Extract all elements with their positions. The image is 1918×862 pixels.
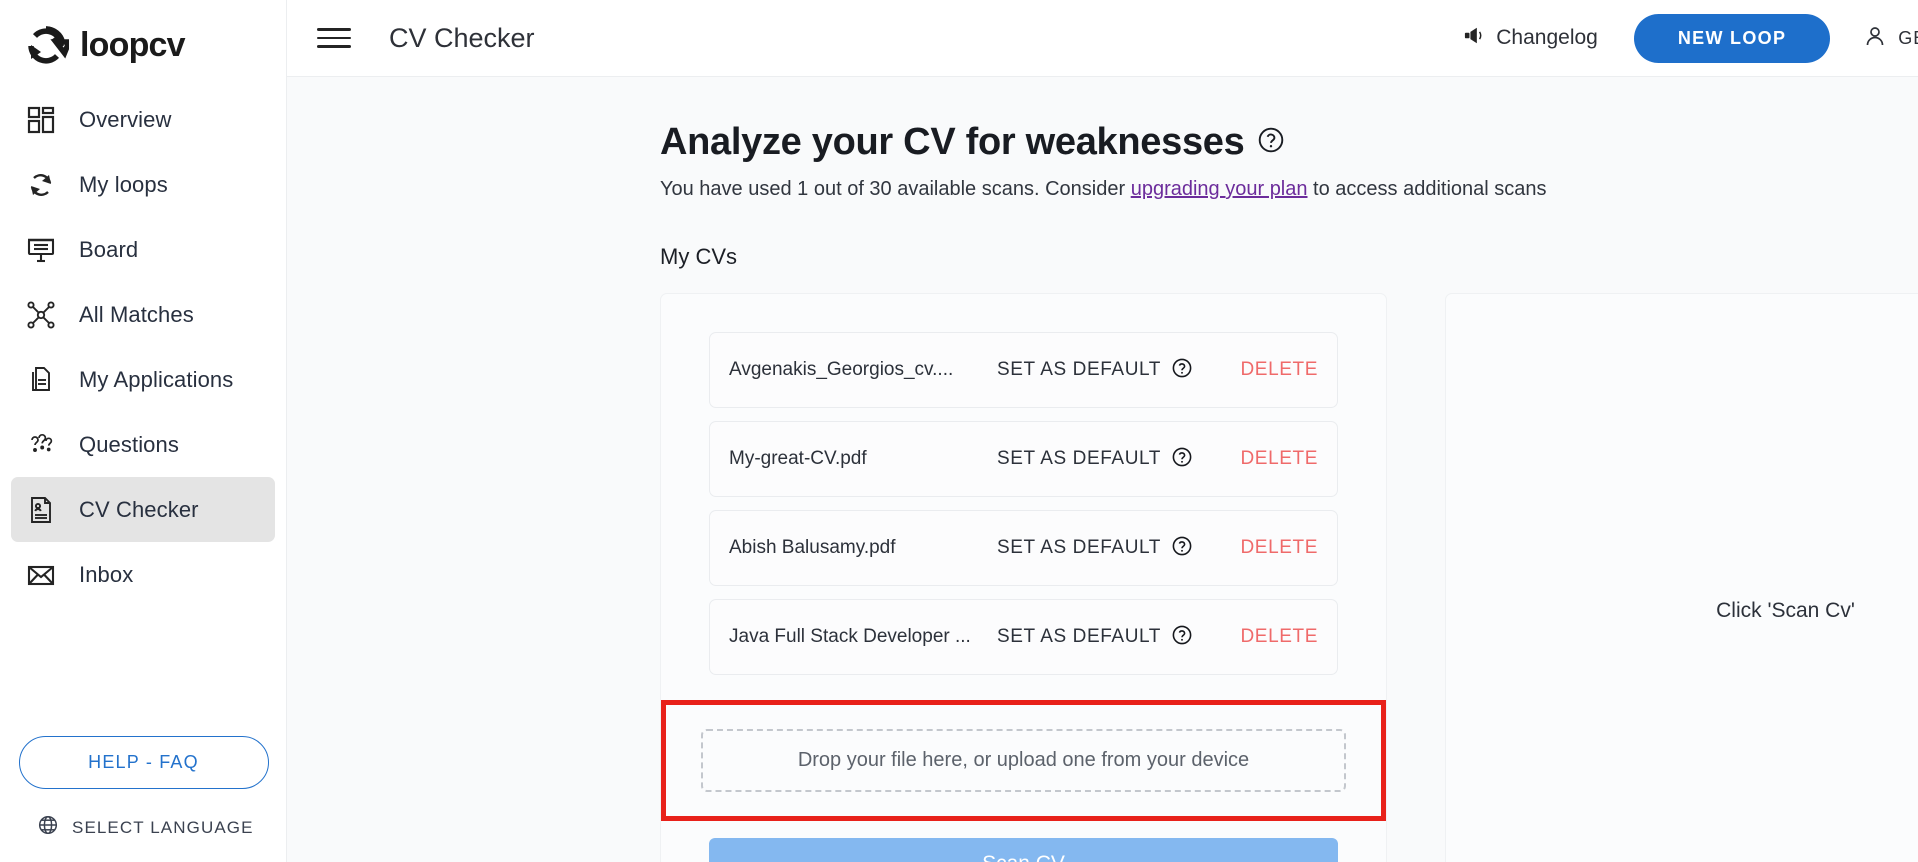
help-circle-icon[interactable] [1172, 536, 1192, 561]
dropzone-highlight-box: Drop your file here, or upload one from … [661, 700, 1386, 821]
help-circle-icon[interactable] [1172, 625, 1192, 650]
topbar: CV Checker Changelog NEW LOOP G [287, 0, 1918, 77]
set-as-default-button[interactable]: SET AS DEFAULT [997, 626, 1161, 648]
changelog-button[interactable]: Changelog [1464, 26, 1598, 51]
my-cvs-label: My CVs [660, 244, 737, 269]
loop-refresh-icon [23, 23, 74, 69]
delete-button[interactable]: DELETE [1240, 626, 1318, 648]
set-as-default-button[interactable]: SET AS DEFAULT [997, 359, 1161, 381]
set-as-default-button[interactable]: SET AS DEFAULT [997, 448, 1161, 470]
user-menu[interactable]: GEORGE AVGENAKIS [1864, 25, 1918, 52]
help-circle-icon[interactable] [1172, 447, 1192, 472]
sidebar-item-label: Questions [79, 431, 179, 457]
cv-file-name: Avgenakis_Georgios_cv.... [729, 359, 954, 380]
scan-cv-button[interactable]: Scan CV [709, 838, 1338, 862]
page-title: Analyze your CV for weaknesses [660, 121, 1245, 163]
help-faq-label: HELP - FAQ [88, 752, 199, 772]
cv-document-icon [25, 494, 57, 526]
sidebar-item-questions[interactable]: Questions [11, 412, 275, 477]
delete-button[interactable]: DELETE [1240, 359, 1318, 381]
scans-text-after: to access additional scans [1307, 178, 1547, 200]
cv-list-panel: Avgenakis_Georgios_cv.... SET AS DEFAULT… [660, 293, 1387, 862]
scan-result-panel: Click 'Scan Cv' [1445, 293, 1918, 862]
new-loop-button[interactable]: NEW LOOP [1633, 13, 1831, 63]
file-dropzone[interactable]: Drop your file here, or upload one from … [701, 729, 1346, 792]
help-circle-icon[interactable] [1172, 358, 1192, 383]
dashboard-grid-icon [25, 104, 57, 136]
sidebar-item-my-applications[interactable]: My Applications [11, 347, 275, 412]
sidebar-item-label: My Applications [79, 366, 234, 392]
app-root: loopcv Overview My loops Board All Match… [0, 0, 1918, 862]
sidebar-item-my-loops[interactable]: My loops [11, 152, 275, 217]
megaphone-icon [1464, 26, 1486, 51]
sidebar-nav: Overview My loops Board All Matches My A… [0, 87, 286, 607]
sidebar-footer: HELP - FAQ SELECT LANGUAGE [0, 736, 287, 862]
sidebar-item-label: Board [79, 236, 139, 262]
page-title-header: CV Checker [389, 22, 535, 53]
sidebar-item-label: CV Checker [79, 496, 199, 522]
changelog-label: Changelog [1496, 26, 1598, 49]
sidebar-item-label: All Matches [79, 301, 194, 327]
delete-button[interactable]: DELETE [1240, 448, 1318, 470]
page-title-row: Analyze your CV for weaknesses [660, 121, 1918, 164]
globe-icon [38, 815, 58, 840]
documents-icon [25, 364, 57, 396]
sidebar-item-overview[interactable]: Overview [11, 87, 275, 152]
delete-button[interactable]: DELETE [1240, 537, 1318, 559]
content-inner: Analyze your CV for weaknesses You have … [287, 121, 1918, 862]
main-area: CV Checker Changelog NEW LOOP G Analyze … [287, 0, 1918, 862]
select-language-button[interactable]: SELECT LANGUAGE [0, 815, 287, 840]
envelope-icon [25, 559, 57, 591]
panels-row: Avgenakis_Georgios_cv.... SET AS DEFAULT… [660, 293, 1918, 862]
question-marks-icon [25, 429, 57, 461]
presentation-board-icon [25, 234, 57, 266]
result-placeholder-text: Click 'Scan Cv' [1716, 599, 1855, 622]
person-icon [1864, 25, 1886, 52]
table-row[interactable]: Avgenakis_Georgios_cv.... SET AS DEFAULT… [709, 332, 1338, 408]
sidebar-item-label: My loops [79, 171, 168, 197]
cv-file-name: My-great-CV.pdf [729, 448, 867, 469]
select-language-label: SELECT LANGUAGE [72, 817, 254, 837]
sidebar: loopcv Overview My loops Board All Match… [0, 0, 287, 862]
topbar-right-group: Changelog NEW LOOP GEORGE AVGENAKIS [1464, 13, 1918, 63]
hamburger-menu-icon[interactable] [317, 21, 351, 55]
table-row[interactable]: Abish Balusamy.pdf SET AS DEFAULT DELETE [709, 510, 1338, 586]
sidebar-item-inbox[interactable]: Inbox [11, 542, 275, 607]
set-as-default-button[interactable]: SET AS DEFAULT [997, 537, 1161, 559]
sidebar-item-board[interactable]: Board [11, 217, 275, 282]
cv-file-name: Java Full Stack Developer ... [729, 626, 971, 647]
content-scroll-area: Analyze your CV for weaknesses You have … [287, 77, 1918, 862]
scans-text-before: You have used 1 out of 30 available scan… [660, 178, 1131, 200]
brand-name: loopcv [80, 26, 186, 64]
sidebar-item-cv-checker[interactable]: CV Checker [11, 477, 275, 542]
help-circle-icon[interactable] [1258, 127, 1284, 158]
sidebar-item-all-matches[interactable]: All Matches [11, 282, 275, 347]
sidebar-item-label: Inbox [79, 561, 134, 587]
sidebar-item-label: Overview [79, 106, 172, 132]
table-row[interactable]: Java Full Stack Developer ... SET AS DEF… [709, 599, 1338, 675]
upgrade-plan-link[interactable]: upgrading your plan [1131, 178, 1308, 200]
brand-logo-area[interactable]: loopcv [0, 0, 286, 77]
user-name-label: GEORGE AVGENAKIS [1898, 27, 1918, 48]
refresh-loop-icon [25, 169, 57, 201]
scans-info-text: You have used 1 out of 30 available scan… [660, 178, 1918, 201]
help-faq-button[interactable]: HELP - FAQ [18, 736, 269, 789]
table-row[interactable]: My-great-CV.pdf SET AS DEFAULT DELETE [709, 421, 1338, 497]
cv-file-name: Abish Balusamy.pdf [729, 537, 896, 558]
network-nodes-icon [25, 299, 57, 331]
